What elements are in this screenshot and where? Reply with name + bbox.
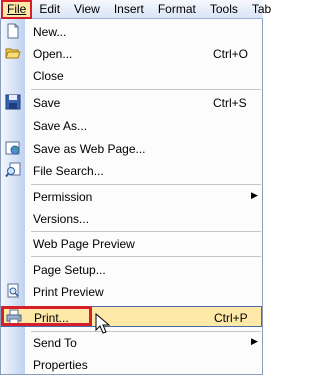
printer-icon	[6, 309, 22, 325]
menu-item-open[interactable]: Open... Ctrl+O	[1, 43, 262, 64]
file-search-icon	[5, 162, 21, 178]
menu-separator	[31, 89, 261, 90]
print-preview-icon	[7, 283, 19, 298]
menu-item-permission[interactable]: Permission ▶	[1, 186, 262, 207]
menu-tools[interactable]: Tools	[203, 0, 245, 19]
menu-format-label: Format	[157, 2, 196, 16]
menu-item-new[interactable]: New...	[1, 21, 262, 42]
menu-item-print-preview-label: Print Preview	[33, 285, 104, 299]
menu-file[interactable]: File	[1, 0, 33, 19]
menu-format[interactable]: Format	[151, 0, 203, 19]
mouse-cursor-icon	[95, 313, 111, 334]
new-document-icon	[7, 23, 19, 39]
menu-tools-label: Tools	[209, 2, 238, 16]
save-disk-icon	[5, 94, 21, 110]
menu-table[interactable]: Tab	[245, 0, 278, 19]
menu-item-page-setup[interactable]: Page Setup...	[1, 259, 262, 280]
file-menu-dropdown: New... Open... Ctrl+O Close Save Ctrl+S …	[0, 19, 263, 375]
menu-item-save-shortcut: Ctrl+S	[213, 96, 247, 110]
menu-item-print-shortcut: Ctrl+P	[214, 311, 248, 325]
menu-item-save-as[interactable]: Save As...	[1, 115, 262, 136]
menu-item-save-label: Save	[33, 96, 61, 110]
menu-item-save-as-label: Save As...	[33, 119, 88, 133]
menu-insert[interactable]: Insert	[107, 0, 151, 19]
menu-separator	[31, 256, 261, 257]
menu-item-file-search-label: File Search...	[33, 164, 104, 178]
menu-item-send-to[interactable]: Send To ▶	[1, 332, 262, 353]
menu-view-label: View	[74, 2, 100, 16]
menu-item-page-setup-label: Page Setup...	[33, 263, 106, 277]
menu-item-send-to-label: Send To	[33, 336, 77, 350]
menu-item-open-label: Open...	[33, 47, 73, 61]
menu-item-permission-label: Permission	[33, 190, 93, 204]
menu-item-print-label: Print...	[34, 311, 69, 325]
menu-item-versions[interactable]: Versions...	[1, 208, 262, 229]
open-folder-icon	[5, 48, 21, 59]
menu-edit[interactable]: Edit	[32, 0, 67, 19]
menu-item-open-shortcut: Ctrl+O	[213, 47, 249, 61]
menu-edit-label: Edit	[39, 2, 61, 16]
menu-item-new-label: New...	[33, 25, 67, 39]
menu-item-save-web-page[interactable]: Save as Web Page...	[1, 138, 262, 159]
submenu-arrow-icon: ▶	[251, 190, 258, 200]
menu-item-close-label: Close	[33, 69, 64, 83]
menu-file-label: File	[7, 2, 27, 16]
menu-item-web-page-preview[interactable]: Web Page Preview	[1, 233, 262, 254]
web-page-icon	[5, 141, 20, 155]
menu-bar: File Edit View Insert Format Tools Tab	[0, 0, 271, 19]
menu-table-label: Tab	[251, 2, 272, 16]
menu-separator	[31, 231, 261, 232]
menu-item-file-search[interactable]: File Search...	[1, 160, 262, 181]
menu-item-print[interactable]: Print... Ctrl+P	[1, 306, 262, 327]
menu-item-save[interactable]: Save Ctrl+S	[1, 92, 262, 113]
submenu-arrow-icon: ▶	[251, 336, 258, 346]
menu-item-close[interactable]: Close	[1, 65, 262, 86]
menu-insert-label: Insert	[113, 2, 144, 16]
menu-item-properties-label: Properties	[33, 358, 88, 372]
menu-item-save-web-page-label: Save as Web Page...	[33, 142, 146, 156]
menu-item-web-page-preview-label: Web Page Preview	[33, 237, 135, 251]
menu-view[interactable]: View	[67, 0, 107, 19]
menu-item-properties[interactable]: Properties	[1, 354, 262, 375]
menu-item-versions-label: Versions...	[33, 212, 90, 226]
menu-separator	[31, 184, 261, 185]
menu-item-print-preview[interactable]: Print Preview	[1, 281, 262, 302]
